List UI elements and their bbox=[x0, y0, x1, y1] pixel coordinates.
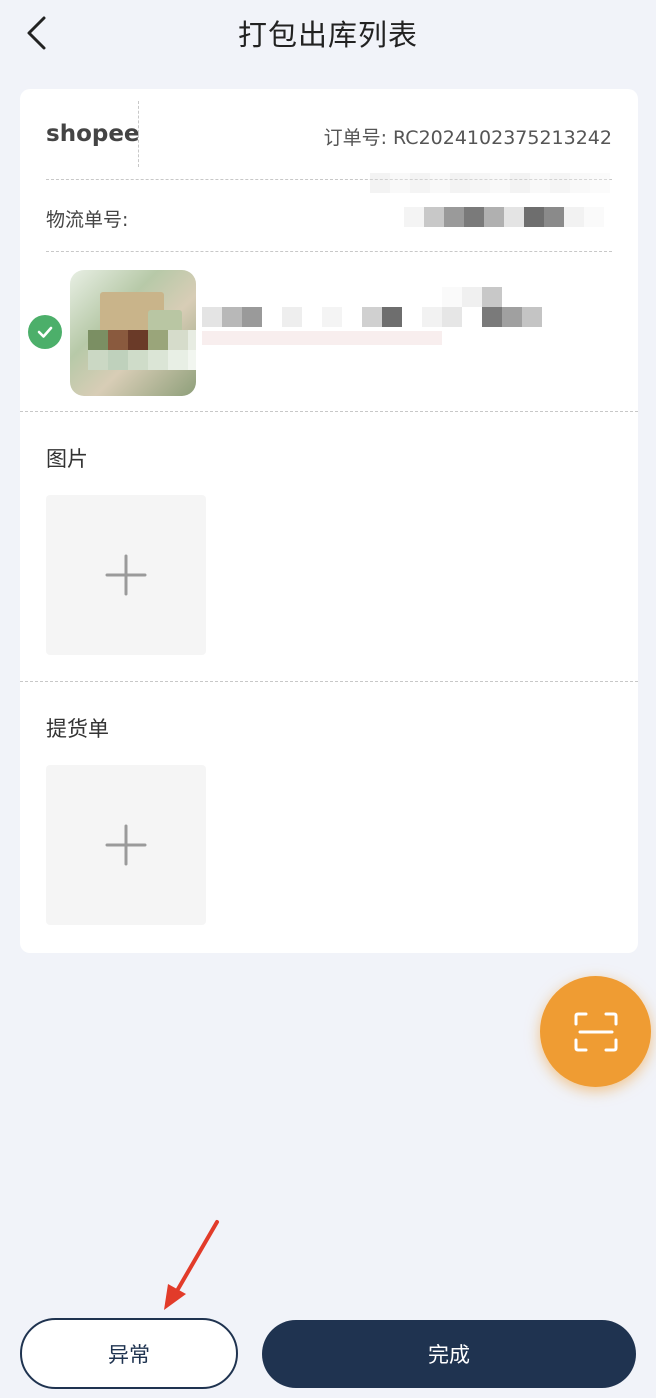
divider bbox=[46, 251, 612, 252]
add-delivery-note-button[interactable] bbox=[46, 765, 206, 925]
images-section-label: 图片 bbox=[46, 447, 88, 471]
scan-button[interactable] bbox=[540, 976, 651, 1087]
divider bbox=[20, 681, 638, 682]
redacted-logistics-number bbox=[404, 207, 604, 227]
add-image-button[interactable] bbox=[46, 495, 206, 655]
order-number: 订单号: RC2024102375213242 bbox=[323, 127, 612, 149]
exception-button[interactable]: 异常 bbox=[20, 1318, 238, 1389]
product-image[interactable] bbox=[70, 270, 196, 396]
arrow-icon bbox=[164, 1220, 219, 1310]
shop-name: shopee bbox=[46, 121, 140, 147]
delivery-note-section-label: 提货单 bbox=[46, 717, 109, 741]
redacted-block bbox=[370, 173, 610, 193]
page: 打包出库列表 shopee 订单号: RC2024102375213242 物流… bbox=[0, 0, 656, 1398]
plus-icon bbox=[105, 554, 147, 596]
divider bbox=[20, 411, 638, 412]
logistics-number-label: 物流单号: bbox=[46, 209, 129, 231]
redacted-block bbox=[88, 330, 196, 370]
plus-icon bbox=[105, 824, 147, 866]
divider bbox=[138, 101, 139, 167]
redacted-product-info bbox=[202, 287, 542, 345]
scan-icon bbox=[574, 1012, 617, 1051]
page-title: 打包出库列表 bbox=[237, 18, 418, 52]
finish-button[interactable]: 完成 bbox=[262, 1320, 636, 1388]
order-card: shopee 订单号: RC2024102375213242 物流单号: 图片 … bbox=[20, 89, 638, 953]
check-circle-icon bbox=[28, 315, 62, 349]
